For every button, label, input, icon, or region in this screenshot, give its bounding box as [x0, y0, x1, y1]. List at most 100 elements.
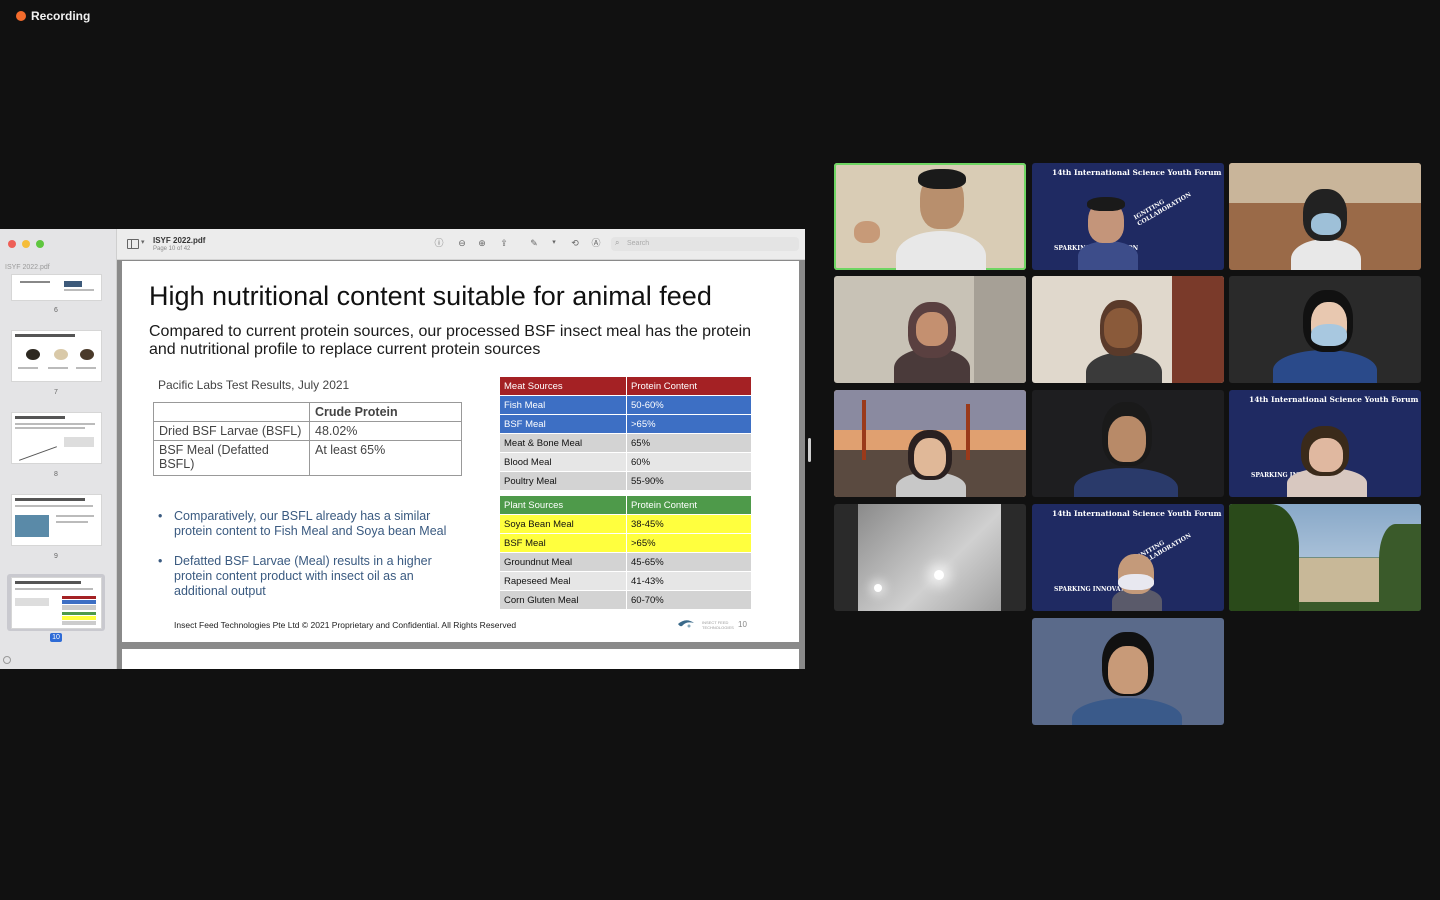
table-row: Dried BSF Larvae (BSFL) 48.02% — [153, 421, 462, 441]
slide-subtitle: Compared to current protein sources, our… — [149, 323, 752, 358]
participant-video-tile[interactable] — [834, 504, 1026, 611]
participant-video-tile[interactable]: 14th International Science Youth Forum S… — [1229, 390, 1421, 497]
document-name: ISYF 2022.pdf — [153, 236, 206, 245]
table-cell: 65% — [626, 433, 752, 453]
table-cell: 48.02% — [309, 421, 462, 441]
rotate-icon[interactable]: ⟲ — [570, 238, 580, 248]
table-cell: Blood Meal — [499, 452, 627, 472]
table-row: Meat & Bone Meal 65% — [499, 433, 752, 453]
minimize-window-button[interactable] — [22, 240, 30, 248]
thumbnail-page-9[interactable] — [11, 494, 102, 546]
zoom-out-icon[interactable]: ⊖ — [457, 238, 467, 248]
table-cell — [153, 402, 310, 422]
table-row: Rapeseed Meal 41-43% — [499, 571, 752, 591]
table-row: Blood Meal 60% — [499, 452, 752, 472]
zoom-in-icon[interactable]: ⊕ — [477, 238, 487, 248]
thumbnail-page-10[interactable] — [11, 577, 102, 629]
logo-text: INSECT FEED TECHNOLOGIES — [702, 620, 734, 630]
thumbnail-number: 6 — [54, 307, 58, 314]
banner-title: 14th International Science Youth Forum — [1052, 168, 1222, 177]
table-row: BSF Meal >65% — [499, 533, 752, 553]
table-cell: BSF Meal (Defatted BSFL) — [153, 440, 310, 476]
banner-word: IGNITING COLLABORATION — [1132, 191, 1193, 228]
thumbnail-page-7[interactable] — [11, 330, 102, 382]
table-cell: 45-65% — [626, 552, 752, 572]
page-indicator: Page 10 of 42 — [153, 246, 191, 252]
close-window-button[interactable] — [8, 240, 16, 248]
table-cell: >65% — [626, 533, 752, 553]
table-cell: At least 65% — [309, 440, 462, 476]
chevron-down-icon[interactable]: ▾ — [549, 238, 559, 248]
markup-pen-icon[interactable]: ✎ — [529, 238, 539, 248]
thumbnail-number: 7 — [54, 389, 58, 396]
sidebar-footer-icon[interactable] — [3, 656, 11, 664]
window-controls — [8, 240, 44, 248]
participant-video-tile[interactable] — [834, 163, 1026, 270]
table-cell: Soya Bean Meal — [499, 514, 627, 534]
split-divider-handle[interactable] — [808, 438, 811, 462]
table-cell: Corn Gluten Meal — [499, 590, 627, 610]
table-header-row: Crude Protein — [153, 402, 462, 422]
table-cell: Meat & Bone Meal — [499, 433, 627, 453]
chevron-down-icon[interactable]: ▾ — [141, 238, 145, 246]
recording-label: Recording — [31, 9, 91, 23]
test-results-caption: Pacific Labs Test Results, July 2021 — [158, 378, 350, 392]
table-row: Fish Meal 50-60% — [499, 395, 752, 415]
participant-video-tile[interactable]: 14th International Science Youth Forum I… — [1032, 163, 1224, 270]
table-cell: Poultry Meal — [499, 471, 627, 491]
table-cell: 60-70% — [626, 590, 752, 610]
search-icon: ⌕ — [615, 238, 620, 247]
slide-page: High nutritional content suitable for an… — [122, 261, 799, 642]
share-icon[interactable]: ⇪ — [499, 238, 509, 248]
sidebar-toggle-icon[interactable] — [127, 239, 139, 249]
table-cell: Rapeseed Meal — [499, 571, 627, 591]
participant-video-tile[interactable] — [1032, 618, 1224, 725]
meat-sources-table: Meat Sources Protein Content Fish Meal 5… — [499, 376, 752, 491]
table-cell: Protein Content — [626, 495, 752, 515]
bullet-item: Comparatively, our BSFL already has a si… — [158, 509, 458, 539]
participant-video-tile[interactable] — [1229, 504, 1421, 611]
table-header-row: Plant Sources Protein Content — [499, 495, 752, 515]
slide-title: High nutritional content suitable for an… — [149, 281, 712, 311]
table-row: Soya Bean Meal 38-45% — [499, 514, 752, 534]
sidebar-title: ISYF 2022.pdf — [5, 264, 50, 271]
participant-video-tile[interactable] — [1032, 276, 1224, 383]
table-row: Corn Gluten Meal 60-70% — [499, 590, 752, 610]
table-cell: >65% — [626, 414, 752, 434]
recording-indicator[interactable]: Recording — [16, 9, 90, 23]
zoom-window-button[interactable] — [36, 240, 44, 248]
table-header-row: Meat Sources Protein Content — [499, 376, 752, 396]
table-cell: 38-45% — [626, 514, 752, 534]
thumbnail-page-6[interactable] — [11, 274, 102, 301]
table-cell: Meat Sources — [499, 376, 627, 396]
table-cell: 55-90% — [626, 471, 752, 491]
participant-video-tile[interactable] — [1229, 276, 1421, 383]
insect-feed-logo-icon — [678, 620, 694, 628]
table-row: Poultry Meal 55-90% — [499, 471, 752, 491]
selected-page-number: 10 — [50, 633, 62, 642]
participant-video-tile[interactable]: 14th International Science Youth Forum I… — [1032, 504, 1224, 611]
viewer-toolbar: ▾ ISYF 2022.pdf Page 10 of 42 ⓘ ⊖ ⊕ ⇪ ✎ … — [117, 229, 805, 260]
table-cell: BSF Meal — [499, 414, 627, 434]
thumbnail-sidebar: ISYF 2022.pdf 6 7 8 9 10 — [0, 229, 117, 669]
participant-video-tile[interactable] — [1229, 163, 1421, 270]
search-field[interactable]: ⌕ Search — [611, 237, 799, 251]
table-cell: BSF Meal — [499, 533, 627, 553]
participant-video-tile[interactable] — [834, 276, 1026, 383]
next-page-preview — [122, 649, 799, 669]
recording-dot-icon — [16, 11, 26, 21]
search-placeholder: Search — [627, 240, 650, 247]
thumbnail-page-8[interactable] — [11, 412, 102, 464]
table-cell: Crude Protein — [309, 402, 462, 422]
table-cell: Dried BSF Larvae (BSFL) — [153, 421, 310, 441]
crude-protein-table: Crude Protein Dried BSF Larvae (BSFL) 48… — [153, 402, 462, 476]
participant-video-tile[interactable] — [834, 390, 1026, 497]
participant-video-tile[interactable] — [1032, 390, 1224, 497]
table-row: BSF Meal (Defatted BSFL) At least 65% — [153, 440, 462, 476]
table-cell: Protein Content — [626, 376, 752, 396]
table-row: BSF Meal >65% — [499, 414, 752, 434]
info-icon[interactable]: ⓘ — [434, 238, 444, 248]
annotate-icon[interactable]: Ⓐ — [591, 238, 601, 248]
plant-sources-table: Plant Sources Protein Content Soya Bean … — [499, 495, 752, 610]
table-cell: 50-60% — [626, 395, 752, 415]
